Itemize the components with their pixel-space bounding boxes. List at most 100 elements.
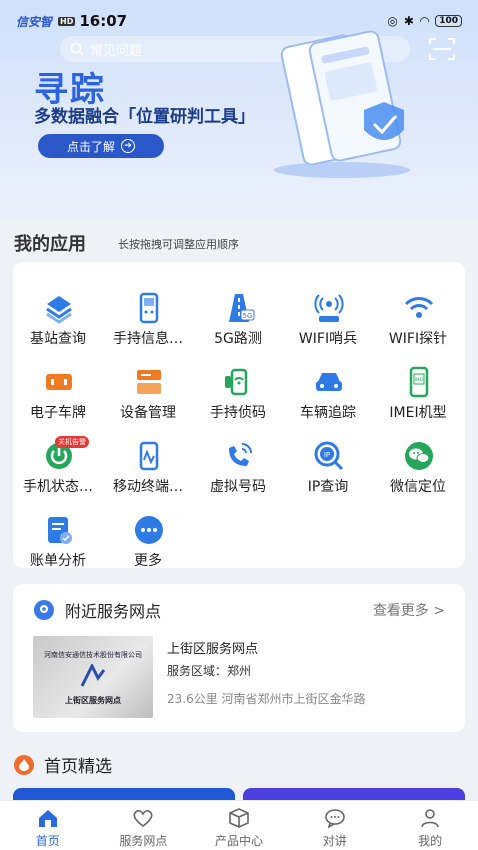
car-icon (316, 373, 342, 391)
featured-header: 首页精选 (14, 752, 112, 777)
app-label: 5G路测 (214, 331, 262, 347)
wifi-icon (404, 297, 434, 318)
app-label: IP查询 (307, 479, 349, 495)
phone-detect-icon (225, 368, 248, 396)
heart-icon (133, 810, 153, 828)
app-item[interactable]: 电子车牌 (13, 362, 103, 432)
banner[interactable]: 信安智 HD 16:07 ◎ ✱ ◠ 100 常见问题 寻踪 多数据融合「位置研… (0, 0, 478, 218)
service-distance-address: 23.6公里 河南省郑州市上街区金华路 (167, 692, 366, 706)
app-label: WIFI探针 (388, 331, 448, 347)
tab-item[interactable]: 对讲 (287, 801, 383, 850)
ip-search-icon: IP (314, 441, 344, 471)
status-logo: 信安智 (16, 14, 53, 29)
wifi-sentinel-icon (314, 294, 344, 322)
app-item[interactable]: IMEI IMEI机型 (373, 362, 463, 432)
hd-icon: HD (58, 16, 76, 26)
mobile-terminal-icon (139, 441, 159, 471)
wifi-status-icon: ◠ (419, 14, 430, 28)
tab-label: 我的 (418, 834, 443, 848)
status-badge: 关机告警 (55, 436, 89, 448)
app-label: 手持信息… (113, 331, 183, 347)
box-icon (229, 808, 249, 828)
bill-icon (48, 517, 72, 544)
chat-icon (324, 809, 345, 829)
home-icon (38, 810, 57, 827)
device-manage-icon (137, 370, 161, 394)
app-item[interactable]: 5G 5G路测 (193, 288, 283, 358)
app-label: 设备管理 (120, 405, 176, 421)
nearby-title: 附近服务网点 (65, 602, 162, 621)
app-label: 车辆追踪 (300, 405, 356, 421)
arrow-right-icon: ➔ (121, 139, 135, 153)
app-item[interactable]: 移动终端… (103, 436, 193, 506)
tab-item[interactable]: 产品中心 (191, 801, 287, 850)
app-label: 电子车牌 (30, 405, 86, 421)
plate-icon (46, 374, 72, 390)
featured-card-2[interactable] (243, 788, 465, 800)
svg-text:IP: IP (324, 451, 330, 459)
tab-item[interactable]: 服务网点 (96, 801, 192, 850)
nearby-card: 附近服务网点 查看更多 > 河南信安通信技术股份有限公司 上街区服务网点 上街区… (13, 584, 465, 732)
user-icon (421, 809, 439, 828)
apps-section-hint: 长按拖拽可调整应用顺序 (118, 238, 239, 251)
bottom-tab-bar: 首页 服务网点 产品中心 对讲 我的 (0, 800, 478, 850)
tab-item[interactable]: 首页 (0, 801, 96, 850)
learn-more-label: 点击了解 (66, 139, 115, 154)
location-pin-icon (34, 600, 54, 620)
app-item[interactable]: 车辆追踪 (283, 362, 373, 432)
app-item[interactable]: 手持侦码 (193, 362, 283, 432)
apps-card: 基站查询 手持信息… 5G 5G路测 WIFI哨兵 WIFI探针电子车牌 设备管理 手持侦码 车… (13, 262, 465, 569)
road-5g-icon: 5G (229, 294, 255, 322)
app-item[interactable]: 微信定位 (373, 436, 463, 506)
svg-text:5G: 5G (243, 312, 253, 320)
tab-label: 首页 (35, 834, 60, 848)
tab-label: 服务网点 (119, 834, 168, 848)
service-point-image[interactable]: 河南信安通信技术股份有限公司 上街区服务网点 (33, 636, 153, 718)
app-label: 手持侦码 (210, 405, 266, 421)
scan-icon[interactable] (428, 36, 456, 62)
view-more-link[interactable]: 查看更多 > (373, 600, 445, 620)
app-item[interactable]: WIFI探针 (373, 288, 463, 358)
image-arc-text: 河南信安通信技术股份有限公司 (44, 651, 142, 659)
search-icon (70, 42, 84, 56)
app-label: WIFI哨兵 (298, 331, 358, 347)
company-logo-icon (80, 664, 106, 687)
app-item[interactable]: IP IP查询 (283, 436, 373, 506)
app-label: 账单分析 (30, 553, 86, 569)
search-placeholder: 常见问题 (90, 43, 143, 59)
battery-icon: 100 (435, 15, 462, 27)
more-icon (135, 516, 163, 544)
tab-item[interactable]: 我的 (382, 801, 478, 850)
app-label: IMEI机型 (389, 405, 447, 421)
app-label: 手机状态… (23, 479, 93, 495)
service-area: 服务区域：郑州 (167, 664, 252, 678)
virtual-call-icon (229, 443, 252, 466)
featured-card-1[interactable] (13, 788, 235, 800)
fire-icon (14, 754, 34, 775)
svg-text:IMEI: IMEI (415, 377, 423, 382)
app-item[interactable]: 更多 (103, 510, 193, 580)
status-right: ◎ ✱ ◠ 100 (387, 14, 462, 28)
app-item[interactable]: 手持信息… (103, 288, 193, 358)
tower-stack-icon (46, 296, 72, 324)
app-item[interactable]: WIFI哨兵 (283, 288, 373, 358)
bluetooth-icon: ✱ (403, 14, 414, 28)
app-label: 移动终端… (113, 479, 183, 495)
app-label: 更多 (134, 553, 162, 569)
app-item[interactable]: 基站查询 (13, 288, 103, 358)
handheld-icon (139, 292, 159, 324)
app-item[interactable]: 设备管理 (103, 362, 193, 432)
featured-title: 首页精选 (44, 757, 112, 777)
app-item[interactable]: 虚拟号码 (193, 436, 283, 506)
wechat-icon (405, 442, 433, 470)
app-label: 微信定位 (390, 479, 446, 495)
image-caption: 上街区服务网点 (65, 696, 121, 705)
learn-more-button[interactable]: 点击了解 ➔ (38, 134, 164, 158)
service-point-name[interactable]: 上街区服务网点 (167, 638, 258, 657)
tab-label: 产品中心 (214, 834, 263, 848)
app-label: 基站查询 (30, 331, 86, 347)
imei-icon: IMEI (409, 366, 429, 398)
app-item[interactable]: 账单分析 (13, 510, 103, 580)
nearby-header: 附近服务网点 (33, 598, 161, 622)
app-item[interactable]: 关机告警手机状态… (13, 436, 103, 506)
